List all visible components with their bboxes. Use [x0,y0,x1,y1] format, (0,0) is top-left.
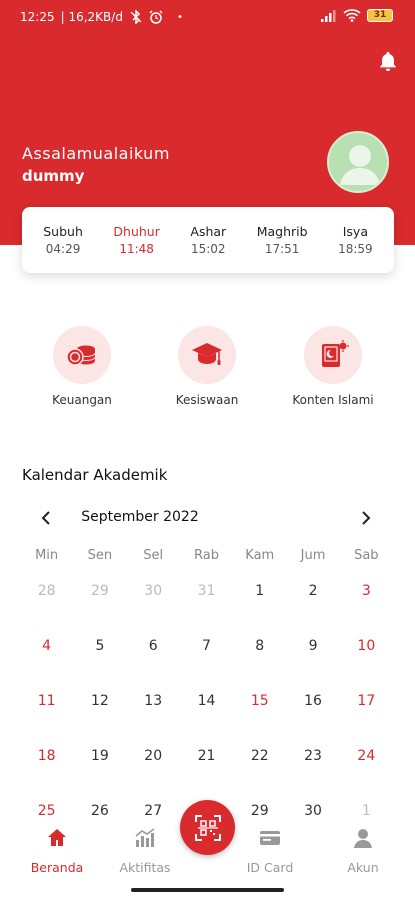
prayer-name: Dhuhur [113,224,160,239]
avatar[interactable] [327,131,389,193]
id-card-icon [260,831,280,845]
prayer-times-card: Subuh 04:29 Dhuhur 11:48 Ashar 15:02 Maghrib 17… [22,207,394,273]
nav-label: Akun [347,860,379,875]
home-icon [48,829,66,846]
calendar-day[interactable]: 14 [180,686,233,741]
calendar-day[interactable]: 4 [20,631,73,686]
calendar-day[interactable]: 28 [20,576,73,631]
calendar-day[interactable]: 22 [233,741,286,796]
status-time: 12:25 [20,10,55,24]
calendar-day[interactable]: 19 [73,741,126,796]
prayer-ashar: Ashar 15:02 [190,224,226,256]
weekday-label: Sel [143,548,164,563]
menu-label: Kesiswaan [175,393,239,407]
nav-item-id-card[interactable]: ID Card [235,826,305,875]
menu-label: Keuangan [52,393,112,407]
notification-bell-icon[interactable] [377,50,399,72]
prayer-maghrib: Maghrib 17:51 [257,224,308,256]
calendar-day[interactable]: 5 [73,631,126,686]
nav-label: Aktifitas [119,860,171,875]
user-icon [354,829,372,848]
chart-icon [135,828,155,847]
calendar-day[interactable]: 30 [127,576,180,631]
calendar-day[interactable]: 17 [340,686,393,741]
calendar-week-row: 11 12 13 14 15 16 17 [20,686,393,741]
greeting-text: Assalamualaikum [22,144,170,163]
calendar-day[interactable]: 10 [340,631,393,686]
status-net-speed: | 16,2KB/d [60,10,123,24]
calendar-day[interactable]: 21 [180,741,233,796]
calendar-day[interactable]: 31 [180,576,233,631]
calendar-day[interactable]: 24 [340,741,393,796]
calendar-day[interactable]: 15 [233,686,286,741]
graduation-cap-icon [192,343,222,365]
weekday-label: Sab [354,548,379,563]
weekday-label: Min [35,548,59,563]
menu-item-keuangan[interactable]: Keuangan [22,326,142,407]
home-indicator[interactable] [131,888,284,892]
chevron-right-icon[interactable] [356,508,376,528]
status-bar: 12:25 | 16,2KB/d • 31 [0,0,415,36]
prayer-subuh: Subuh 04:29 [43,224,83,256]
feature-menu: Keuangan Kesiswaan Konten Islami [0,326,415,416]
calendar-day[interactable]: 6 [127,631,180,686]
calendar-navigation: September 2022 [0,506,415,532]
coins-icon [66,345,96,366]
weekday-label: Kam [245,548,275,563]
calendar-day[interactable]: 23 [286,741,339,796]
calendar-week-row: 28 29 30 31 1 2 3 [20,576,393,631]
menu-item-konten-islami[interactable]: Konten Islami [273,326,393,407]
prayer-time: 17:51 [264,242,300,256]
prayer-time: 04:29 [45,242,81,256]
calendar-day[interactable]: 9 [286,631,339,686]
calendar-day[interactable]: 29 [73,576,126,631]
signal-icon [321,9,336,22]
user-avatar-icon [340,145,380,185]
battery-icon: 31 [367,9,393,22]
username-text: dummy [22,167,85,185]
calendar-day[interactable]: 20 [127,741,180,796]
wifi-icon [343,9,361,22]
calendar-day[interactable]: 7 [180,631,233,686]
calendar-section-title: Kalendar Akademik [22,466,168,484]
quran-book-icon [322,340,349,367]
nav-label: Beranda [30,860,84,875]
status-dot: • [176,11,183,23]
nav-label: ID Card [246,860,294,875]
prayer-isya: Isya 18:59 [338,224,373,256]
calendar-day[interactable]: 13 [127,686,180,741]
calendar-week-row: 18 19 20 21 22 23 24 [20,741,393,796]
alarm-icon [149,10,163,24]
prayer-dhuhur: Dhuhur 11:48 [113,224,159,256]
weekday-label: Rab [194,548,219,563]
prayer-name: Isya [342,224,368,239]
nav-item-akun[interactable]: Akun [328,826,398,875]
calendar-day[interactable]: 8 [233,631,286,686]
prayer-name: Subuh [43,224,83,239]
calendar-day[interactable]: 1 [233,576,286,631]
weekday-label: Sen [87,548,113,563]
bluetooth-off-icon [130,10,142,24]
nav-item-beranda[interactable]: Beranda [22,826,92,875]
prayer-time: 15:02 [190,242,226,256]
calendar-day[interactable]: 11 [20,686,73,741]
prayer-time: 11:48 [119,242,154,256]
qr-scan-icon [194,814,221,841]
calendar-month-label: September 2022 [81,509,199,525]
calendar-day[interactable]: 3 [340,576,393,631]
prayer-time: 18:59 [338,242,373,256]
menu-item-kesiswaan[interactable]: Kesiswaan [147,326,267,407]
weekday-label: Jum [300,548,326,563]
calendar-day[interactable]: 18 [20,741,73,796]
prayer-name: Maghrib [256,224,308,239]
scan-qr-button[interactable] [180,800,235,855]
nav-item-aktifitas[interactable]: Aktifitas [110,826,180,875]
prayer-name: Ashar [190,224,227,239]
calendar-weekdays: Min Sen Sel Rab Kam Jum Sab [20,548,393,563]
menu-label: Konten Islami [292,393,374,407]
calendar-day[interactable]: 16 [286,686,339,741]
calendar-day[interactable]: 2 [286,576,339,631]
calendar-week-row: 4 5 6 7 8 9 10 [20,631,393,686]
calendar-day[interactable]: 12 [73,686,126,741]
